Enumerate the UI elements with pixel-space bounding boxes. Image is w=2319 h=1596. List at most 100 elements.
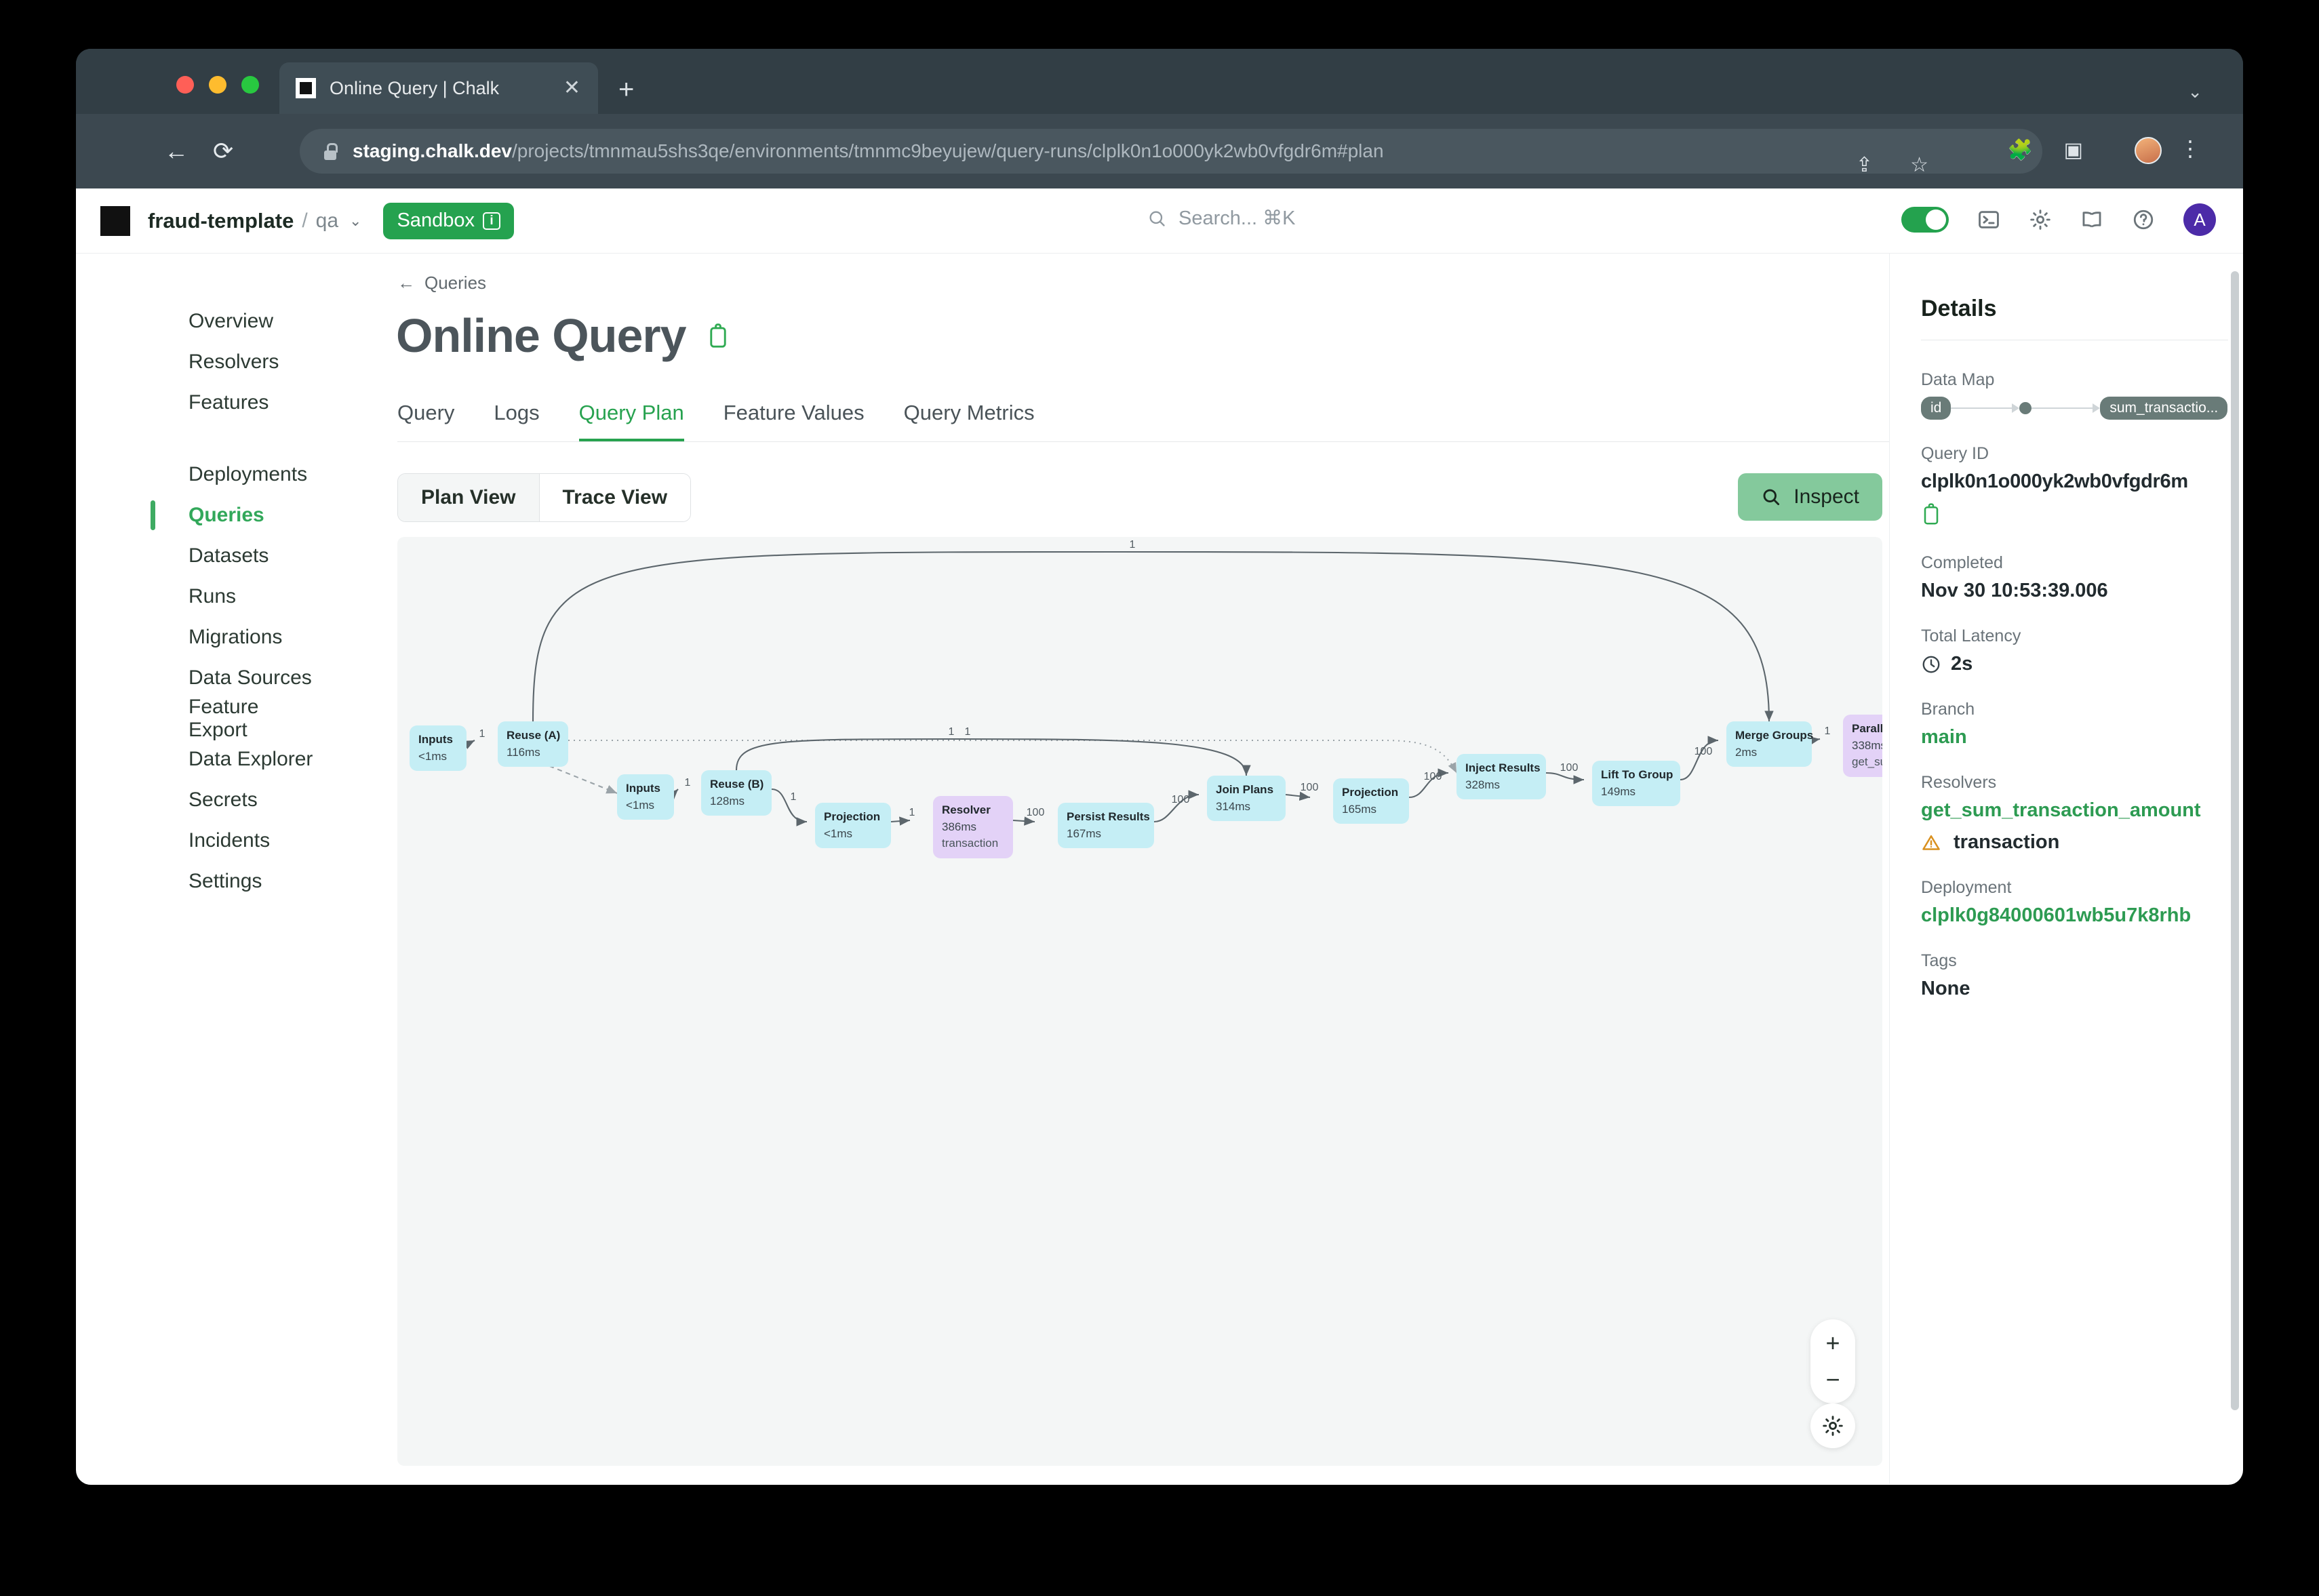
help-icon[interactable] [2132, 208, 2155, 231]
resolver-warning-row[interactable]: transaction [1921, 831, 2228, 854]
plan-node[interactable]: Merge Groups 2ms [1726, 721, 1813, 767]
sidebar-item-data-sources[interactable]: Data Sources [76, 658, 320, 698]
plan-node[interactable]: Parallel Resolvers 338ms get_sum_transacti… [1843, 715, 1882, 777]
data-map-source-chip[interactable]: id [1921, 397, 1951, 420]
browser-window: Online Query | Chalk ✕ + ⌄ ← ⟳ staging.c… [76, 49, 2243, 1485]
breadcrumb[interactable]: ← Queries [397, 273, 1889, 294]
sidebar-item-runs[interactable]: Runs [76, 576, 320, 617]
plan-node-latency: 2ms [1735, 745, 1758, 759]
plan-node[interactable]: Inject Results 328ms [1456, 754, 1546, 800]
total-latency-row: 2s [1921, 653, 2228, 675]
zoom-in-button[interactable]: + [1825, 1331, 1840, 1355]
edge-label: 100 [1301, 782, 1319, 793]
browser-tabstrip: Online Query | Chalk ✕ + ⌄ [76, 49, 2243, 114]
reload-icon[interactable]: ⟳ [213, 139, 233, 163]
copy-icon[interactable] [707, 323, 730, 348]
sandbox-badge[interactable]: Sandbox i [383, 202, 514, 239]
tab-query-metrics[interactable]: Query Metrics [904, 401, 1035, 441]
breadcrumb-separator: / [302, 209, 308, 232]
tab-logs[interactable]: Logs [494, 401, 539, 441]
app-header: fraud-template / qa ⌄ Sandbox i Search..… [76, 188, 2243, 254]
chevron-down-icon[interactable]: ⌄ [349, 212, 361, 230]
app-viewport: fraud-template / qa ⌄ Sandbox i Search..… [76, 188, 2243, 1485]
chevron-down-icon[interactable]: ⌄ [2187, 81, 2202, 102]
profile-avatar[interactable] [2135, 137, 2162, 164]
plan-node-title: Join Plans [1216, 783, 1274, 796]
sidebar-item-overview[interactable]: Overview [76, 301, 320, 342]
plan-node[interactable]: Resolver 386ms transaction [933, 796, 1013, 858]
sidebar-item-secrets[interactable]: Secrets [76, 780, 320, 820]
environment-toggle[interactable] [1901, 207, 1949, 233]
sidebar-item-settings[interactable]: Settings [76, 861, 320, 902]
tab-feature-values[interactable]: Feature Values [724, 401, 865, 441]
sidebar-item-deployments[interactable]: Deployments [76, 454, 320, 495]
page-scrollbar[interactable] [2231, 271, 2239, 1410]
data-map-diagram: id sum_transactio... [1921, 397, 2228, 420]
tab-query-plan[interactable]: Query Plan [578, 401, 684, 441]
tab-query[interactable]: Query [397, 401, 454, 441]
info-icon: i [482, 212, 500, 230]
search-input[interactable]: Search... ⌘K [1147, 206, 1295, 230]
bookmark-star-icon[interactable]: ☆ [1910, 153, 1928, 177]
query-plan-canvas[interactable]: 1111111100100100100100100111 Inputs<1msR… [397, 537, 1882, 1466]
plan-node[interactable]: Reuse (A) 116ms [498, 721, 568, 767]
data-map-target-chip[interactable]: sum_transactio... [2100, 397, 2228, 420]
page-title: Online Query [396, 309, 687, 362]
sidebar-item-resolvers[interactable]: Resolvers [76, 342, 320, 382]
org-name[interactable]: fraud-template [148, 209, 294, 233]
extensions-icon[interactable]: 🧩 [2008, 138, 2033, 162]
plan-node-title: Projection [824, 810, 881, 823]
side-panel-icon[interactable]: ▣ [2064, 138, 2083, 162]
sidebar-item-feature-export[interactable]: Feature Export [76, 696, 320, 741]
plan-node[interactable]: Projection 165ms [1333, 778, 1409, 824]
share-icon[interactable]: ⇪ [1856, 153, 1873, 177]
edge-label: 100 [1027, 807, 1045, 818]
plan-node[interactable]: Inputs <1ms [617, 774, 674, 820]
sidebar-item-migrations[interactable]: Migrations [76, 617, 320, 658]
plan-node[interactable]: Reuse (B) 128ms [701, 770, 772, 816]
warning-icon [1922, 835, 1940, 850]
plan-node-latency: 128ms [710, 794, 745, 807]
back-icon[interactable]: ← [164, 139, 189, 163]
plan-node[interactable]: Inputs <1ms [410, 725, 467, 772]
trace-view-button[interactable]: Trace View [539, 474, 691, 521]
new-tab-button[interactable]: + [618, 76, 634, 103]
address-bar[interactable]: staging.chalk.dev/projects/tmnmau5shs3qe… [300, 129, 2042, 177]
sidebar-item-queries[interactable]: Queries [76, 495, 320, 536]
gear-icon[interactable] [2029, 208, 2052, 231]
window-close-button[interactable] [176, 76, 194, 94]
branch-value[interactable]: main [1921, 726, 2228, 749]
sidebar-item-features[interactable]: Features [76, 382, 320, 423]
sidebar-item-data-explorer[interactable]: Data Explorer [76, 739, 320, 780]
data-map-field: Data Map id sum_transactio... [1921, 370, 2228, 420]
org-logo-icon [100, 205, 130, 236]
plan-node[interactable]: Join Plans 314ms [1207, 776, 1286, 822]
environment-name[interactable]: qa [316, 210, 338, 233]
avatar[interactable]: A [2183, 203, 2216, 236]
data-map-label: Data Map [1921, 370, 1995, 389]
lock-icon [323, 142, 338, 160]
edge-label: 100 [1560, 762, 1579, 774]
resolver-primary-link[interactable]: get_sum_transaction_amount [1921, 799, 2228, 822]
zoom-out-button[interactable]: − [1825, 1368, 1840, 1392]
canvas-settings-button[interactable] [1810, 1403, 1855, 1448]
deployment-value[interactable]: clplk0g84000601wb5u7k8rhb [1921, 904, 2228, 927]
total-latency-label: Total Latency [1921, 626, 2021, 645]
terminal-icon[interactable] [1977, 208, 2000, 231]
sidebar-item-datasets[interactable]: Datasets [76, 536, 320, 576]
window-minimize-button[interactable] [209, 76, 226, 94]
plan-node[interactable]: Lift To Group 149ms [1592, 761, 1680, 807]
plan-node[interactable]: Projection <1ms [815, 803, 891, 849]
close-icon[interactable]: ✕ [563, 78, 580, 98]
plan-view-button[interactable]: Plan View [398, 474, 540, 521]
browser-menu-icon[interactable]: ⋮ [2179, 136, 2201, 161]
data-map-line [2031, 407, 2093, 409]
book-icon[interactable] [2080, 208, 2103, 231]
sidebar-item-incidents[interactable]: Incidents [76, 820, 320, 861]
plan-node[interactable]: Persist Results 167ms [1058, 803, 1154, 849]
copy-icon[interactable] [1921, 502, 1941, 529]
window-maximize-button[interactable] [241, 76, 259, 94]
browser-tab[interactable]: Online Query | Chalk ✕ [279, 62, 598, 114]
inspect-button[interactable]: Inspect [1738, 473, 1882, 521]
app-body: Overview Resolvers Features Deployments … [76, 254, 2243, 1484]
